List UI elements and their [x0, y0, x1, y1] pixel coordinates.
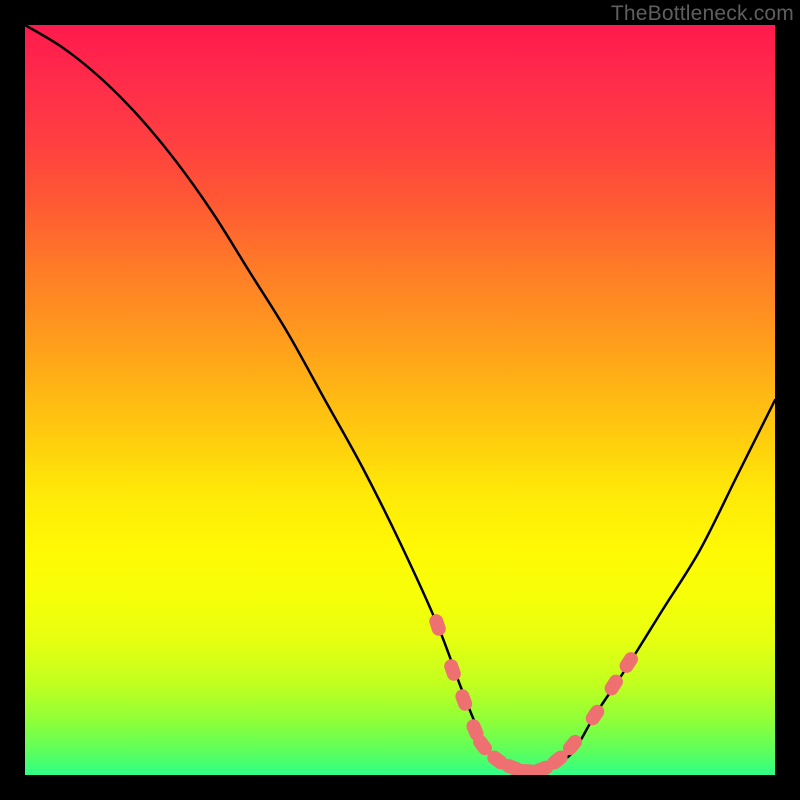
plot-area [25, 25, 775, 775]
chart-frame: TheBottleneck.com [0, 0, 800, 800]
gradient-background [25, 25, 775, 775]
watermark-text: TheBottleneck.com [611, 2, 794, 26]
